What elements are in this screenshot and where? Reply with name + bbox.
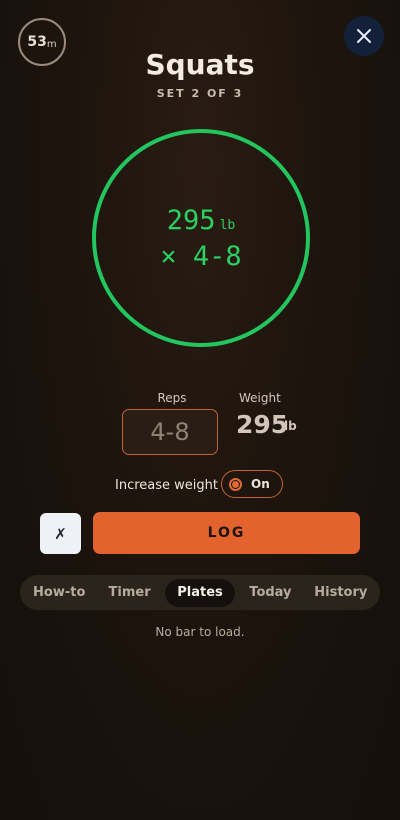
tab-timer[interactable]: Timer	[94, 579, 164, 607]
tab-history[interactable]: History	[306, 579, 376, 607]
weight-label: Weight	[239, 391, 281, 405]
reps-label: Reps	[157, 391, 187, 405]
target-weight: 295 lb	[92, 205, 310, 236]
weight-unit: lb	[284, 419, 297, 433]
plates-empty-message: No bar to load.	[155, 625, 245, 639]
set-progress-label: SET 2 OF 3	[156, 87, 244, 100]
radio-on-icon	[229, 477, 242, 491]
target-weight-unit: lb	[219, 218, 236, 233]
increase-weight-toggle[interactable]: On	[221, 470, 283, 498]
close-icon	[357, 29, 371, 43]
tab-plates[interactable]: Plates	[164, 578, 236, 607]
target-weight-value: 295	[166, 205, 216, 236]
skip-set-button[interactable]: ✗	[40, 513, 81, 554]
weight-value[interactable]: 295	[236, 410, 288, 439]
target-reps: × 4-8	[160, 241, 242, 272]
increase-weight-label: Increase weight	[115, 478, 218, 493]
target-ring	[92, 129, 310, 347]
tab-how-to[interactable]: How-to	[24, 579, 94, 607]
exercise-title: Squats	[145, 48, 255, 81]
log-button[interactable]: LOG	[93, 512, 360, 554]
detail-tabs: How-to Timer Plates Today History	[20, 575, 380, 610]
reps-input[interactable]	[122, 409, 218, 455]
toggle-label: On	[251, 477, 270, 491]
tab-today[interactable]: Today	[235, 579, 305, 607]
